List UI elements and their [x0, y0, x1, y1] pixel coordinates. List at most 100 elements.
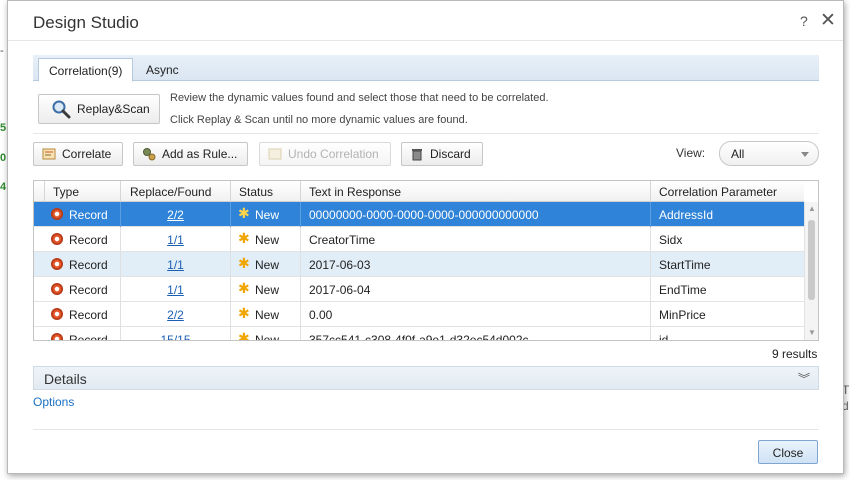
column-header-type[interactable]: Type: [44, 181, 120, 202]
cell-text-in-response: 2017-06-04: [300, 277, 650, 302]
background-mark: 4: [0, 181, 7, 193]
cell-replace-found: 1/1: [120, 252, 230, 277]
cell-replace-found: 1/1: [120, 227, 230, 252]
view-label: View:: [676, 146, 706, 160]
background-mark: 5: [0, 122, 7, 134]
design-studio-dialog: Design Studio ? ✕ Correlation(9) Async R…: [7, 0, 844, 474]
tab-correlation[interactable]: Correlation(9): [38, 58, 134, 82]
column-header-text-in-response[interactable]: Text in Response: [300, 181, 650, 202]
view-select-value: All: [731, 147, 745, 161]
divider: [33, 133, 819, 134]
details-panel-header[interactable]: Details ︾: [33, 366, 819, 390]
new-star-icon: ✱: [238, 230, 250, 246]
background-mark: -: [0, 45, 4, 57]
record-icon: [51, 233, 63, 245]
replace-found-link[interactable]: 2/2: [167, 208, 184, 222]
undo-icon: [268, 148, 282, 160]
record-icon: [51, 283, 63, 295]
tab-async[interactable]: Async: [136, 58, 189, 82]
cell-status: ✱ New: [230, 202, 300, 227]
replace-found-link[interactable]: 1/1: [167, 233, 184, 247]
cell-replace-found: 1/1: [120, 277, 230, 302]
dialog-title: Design Studio: [33, 13, 139, 32]
new-star-icon: ✱: [238, 280, 250, 296]
discard-button[interactable]: Discard: [401, 142, 483, 166]
background-mark: 0: [0, 152, 7, 164]
status-text: New: [255, 283, 280, 297]
table-row[interactable]: Record 2/2 ✱ New 0.00 MinPrice: [34, 302, 804, 327]
status-text: New: [255, 208, 280, 222]
magnifier-icon: [52, 100, 71, 119]
chevron-down-icon: [801, 152, 809, 157]
add-as-rule-button[interactable]: Add as Rule...: [133, 142, 248, 166]
grid-scrollbar[interactable]: ▲ ▼: [804, 202, 818, 340]
cell-text-in-response: CreatorTime: [300, 227, 650, 252]
add-rule-icon: [143, 148, 156, 161]
help-icon[interactable]: ?: [800, 13, 808, 29]
cell-replace-found: 2/2: [120, 202, 230, 227]
close-icon[interactable]: ✕: [820, 9, 836, 32]
options-link[interactable]: Options: [33, 395, 74, 409]
cell-status: ✱ New: [230, 302, 300, 327]
cell-text-in-response: 357cc541-c308-4f0f-a9e1-d32ec54d002c: [300, 327, 650, 340]
replace-found-link[interactable]: 15/15: [160, 333, 190, 340]
new-star-icon: ✱: [238, 330, 250, 341]
results-count: 9 results: [772, 347, 818, 361]
status-text: New: [255, 308, 280, 322]
table-row[interactable]: Record 1/1 ✱ New 2017-06-03 StartTime: [34, 252, 804, 277]
table-row[interactable]: Record 15/15 ✱ New 357cc541-c308-4f0f-a9…: [34, 327, 804, 341]
scroll-thumb[interactable]: [808, 220, 815, 300]
view-select[interactable]: All: [719, 141, 819, 166]
new-star-icon: ✱: [238, 305, 250, 321]
cell-status: ✱ New: [230, 277, 300, 302]
double-chevron-down-icon[interactable]: ︾: [798, 370, 810, 387]
undo-label: Undo Correlation: [288, 147, 379, 161]
table-row[interactable]: Record 2/2 ✱ New 00000000-0000-0000-0000…: [34, 202, 804, 227]
record-icon: [51, 308, 63, 320]
correlate-button[interactable]: Correlate: [33, 142, 123, 166]
scroll-up-icon[interactable]: ▲: [808, 204, 816, 213]
column-header-replace-found[interactable]: Replace/Found: [120, 181, 230, 202]
replace-found-link[interactable]: 2/2: [167, 308, 184, 322]
replay-scan-button[interactable]: Replay&Scan: [38, 94, 160, 124]
discard-label: Discard: [430, 147, 471, 161]
status-text: New: [255, 258, 280, 272]
column-header-correlation-parameter[interactable]: Correlation Parameter: [650, 181, 804, 202]
cell-correlation-parameter[interactable]: AddressId: [650, 202, 804, 227]
scan-hint-line-1: Review the dynamic values found and sele…: [170, 92, 549, 104]
replace-found-link[interactable]: 1/1: [167, 283, 184, 297]
trash-icon: [412, 149, 422, 161]
scroll-down-icon[interactable]: ▼: [808, 328, 816, 337]
replay-scan-label: Replay&Scan: [77, 102, 150, 116]
replace-found-link[interactable]: 1/1: [167, 258, 184, 272]
cell-correlation-parameter[interactable]: MinPrice: [650, 302, 804, 327]
cell-correlation-parameter[interactable]: StartTime: [650, 252, 804, 277]
record-icon: [51, 258, 63, 270]
undo-correlation-button[interactable]: Undo Correlation: [259, 142, 391, 166]
cell-status: ✱ New: [230, 227, 300, 252]
cell-type: Record: [69, 258, 108, 272]
close-button[interactable]: Close: [758, 440, 818, 464]
column-header-status[interactable]: Status: [230, 181, 300, 202]
correlate-icon: [42, 148, 56, 160]
cell-status: ✱ New: [230, 327, 300, 341]
status-text: New: [255, 333, 280, 341]
correlation-grid: Type Replace/Found Status Text in Respon…: [33, 180, 819, 341]
tab-label: Correlation(9): [49, 64, 123, 78]
cell-text-in-response: 2017-06-03: [300, 252, 650, 277]
table-row[interactable]: Record 1/1 ✱ New 2017-06-04 EndTime: [34, 277, 804, 302]
cell-text-in-response: 00000000-0000-0000-0000-000000000000: [300, 202, 650, 227]
cell-correlation-parameter[interactable]: EndTime: [650, 277, 804, 302]
table-row[interactable]: Record 1/1 ✱ New CreatorTime Sidx: [34, 227, 804, 252]
tab-strip: Correlation(9) Async: [33, 55, 819, 82]
cell-type: Record: [69, 333, 108, 341]
grid-header: Type Replace/Found Status Text in Respon…: [34, 181, 804, 202]
cell-type: Record: [69, 208, 108, 222]
cell-correlation-parameter[interactable]: Sidx: [650, 227, 804, 252]
status-text: New: [255, 233, 280, 247]
correlate-label: Correlate: [62, 147, 112, 161]
cell-status: ✱ New: [230, 252, 300, 277]
cell-type: Record: [69, 283, 108, 297]
cell-correlation-parameter[interactable]: id: [650, 327, 804, 340]
record-icon: [51, 333, 63, 340]
